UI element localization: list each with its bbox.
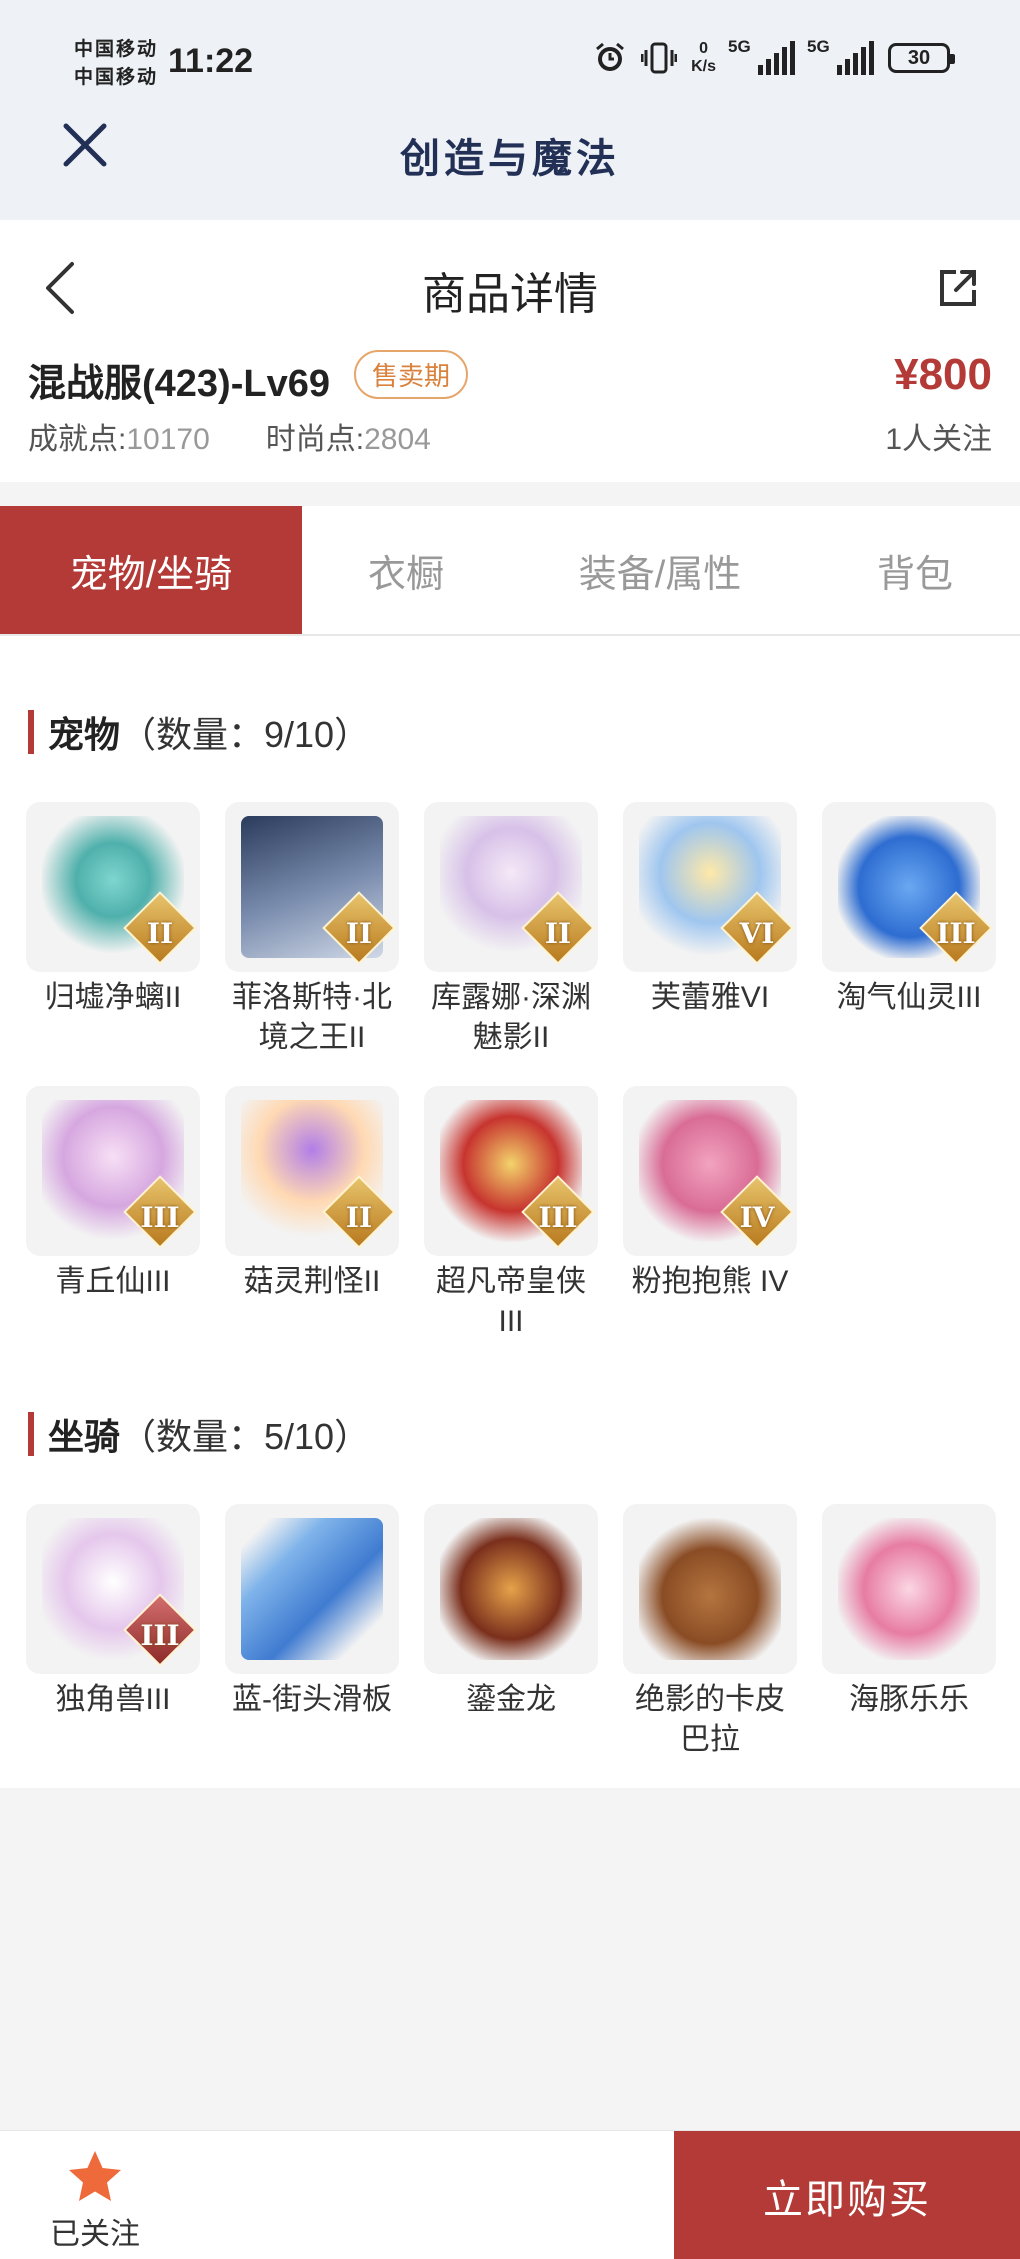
- mount-thumbnail: [225, 1504, 399, 1674]
- pet-name: 归墟净螭II: [44, 981, 182, 1014]
- app-bar: 创造与魔法: [0, 120, 1020, 220]
- net-speed: 0 K/s: [691, 40, 716, 75]
- clock: 11:22: [168, 42, 254, 80]
- pet-name: 芙蕾雅VI: [650, 981, 770, 1014]
- pet-name: 青丘仙III: [55, 1265, 171, 1298]
- pets-mounts-panel: 宠物 （数量：9/10） II 归墟净螭II II 菲洛斯特·北境之王II II…: [0, 636, 1020, 1788]
- signal-icon-1: 5G: [728, 37, 795, 75]
- achievement-label: 成就点:: [28, 423, 127, 456]
- pet-thumbnail: III: [822, 802, 996, 972]
- bottom-bar: 已关注 立即购买: [0, 2130, 1020, 2259]
- product-header: 商品详情 混战服(423)-Lv69 售卖期 ¥800 成就点:10170 时尚点…: [0, 220, 1020, 482]
- pet-item[interactable]: III 淘气仙灵III: [822, 802, 996, 1018]
- pet-name: 超凡帝皇侠III: [436, 1265, 586, 1338]
- carrier-1: 中国移动: [74, 39, 159, 60]
- mount-thumbnail: III: [26, 1504, 200, 1674]
- buy-now-button[interactable]: 立即购买: [674, 2131, 1020, 2259]
- tab-backpack[interactable]: 背包: [810, 506, 1020, 634]
- mount-item[interactable]: 绝影的卡皮巴拉: [623, 1504, 797, 1760]
- tab-bar: 宠物/坐骑 衣橱 装备/属性 背包: [0, 506, 1020, 636]
- mount-item[interactable]: 蓝-街头滑板: [225, 1504, 399, 1720]
- mount-name: 绝影的卡皮巴拉: [635, 1683, 785, 1756]
- tab-wardrobe[interactable]: 衣橱: [302, 506, 510, 634]
- carrier-2: 中国移动: [74, 67, 159, 88]
- battery-icon: 30: [888, 43, 955, 73]
- follow-button[interactable]: 已关注: [40, 2141, 150, 2251]
- pet-name: 菇灵荆怪II: [243, 1265, 381, 1298]
- pet-item[interactable]: IV 粉抱抱熊 IV: [623, 1086, 797, 1302]
- app-title: 创造与魔法: [400, 135, 620, 182]
- pets-count: （数量：9/10）: [120, 714, 371, 755]
- pet-item[interactable]: VI 芙蕾雅VI: [623, 802, 797, 1018]
- pet-thumbnail: II: [424, 802, 598, 972]
- pets-section-title: 宠物 （数量：9/10）: [28, 706, 370, 758]
- mount-item[interactable]: III 独角兽III: [26, 1504, 200, 1720]
- price: ¥800: [894, 350, 992, 399]
- vibrate-icon: [641, 41, 678, 75]
- pet-thumbnail: II: [225, 802, 399, 972]
- pet-thumbnail: IV: [623, 1086, 797, 1256]
- achievement-value: 10170: [126, 423, 210, 456]
- page-title: 商品详情: [422, 270, 598, 319]
- share-button[interactable]: [936, 266, 980, 310]
- follower-count: 1人关注: [885, 423, 992, 456]
- mount-thumbnail: [424, 1504, 598, 1674]
- mount-thumbnail: [822, 1504, 996, 1674]
- mount-name: 鎏金龙: [466, 1683, 556, 1716]
- mounts-count: （数量：5/10）: [120, 1416, 371, 1457]
- mount-name: 海豚乐乐: [849, 1683, 969, 1716]
- pet-thumbnail: III: [26, 1086, 200, 1256]
- signal-icon-2: 5G: [807, 37, 874, 75]
- server-name: 混战服(423)-Lv69: [28, 363, 330, 405]
- pet-item[interactable]: II 归墟净螭II: [26, 802, 200, 1018]
- pet-name: 粉抱抱熊 IV: [631, 1265, 789, 1298]
- mount-name: 蓝-街头滑板: [232, 1683, 392, 1716]
- pet-item[interactable]: III 超凡帝皇侠III: [424, 1086, 598, 1342]
- status-icons: 0 K/s 5G 5G 30: [593, 37, 955, 76]
- status-badge: 售卖期: [354, 350, 469, 399]
- follow-label: 已关注: [50, 2218, 140, 2251]
- mount-thumbnail: [623, 1504, 797, 1674]
- fashion-value: 2804: [364, 423, 431, 456]
- carrier-labels: 中国移动 中国移动: [74, 36, 158, 92]
- pet-name: 库露娜·深渊魅影II: [431, 981, 591, 1054]
- mount-name: 独角兽III: [55, 1683, 171, 1716]
- mount-item[interactable]: 海豚乐乐: [822, 1504, 996, 1720]
- pet-item[interactable]: III 青丘仙III: [26, 1086, 200, 1302]
- pet-thumbnail: II: [26, 802, 200, 972]
- pet-item[interactable]: II 菇灵荆怪II: [225, 1086, 399, 1302]
- mounts-section-title: 坐骑 （数量：5/10）: [28, 1408, 370, 1460]
- mount-item[interactable]: 鎏金龙: [424, 1504, 598, 1720]
- fashion-label: 时尚点:: [265, 423, 365, 456]
- pet-item[interactable]: II 库露娜·深渊魅影II: [424, 802, 598, 1058]
- pet-item[interactable]: II 菲洛斯特·北境之王II: [225, 802, 399, 1058]
- share-icon: [940, 270, 976, 306]
- account-stats: 成就点:10170 时尚点:2804: [28, 414, 431, 458]
- pet-thumbnail: III: [424, 1086, 598, 1256]
- pet-name: 淘气仙灵III: [836, 981, 982, 1014]
- status-bar: 中国移动 中国移动 11:22 0 K/s 5G 5G 30: [0, 0, 1020, 120]
- pet-thumbnail: VI: [623, 802, 797, 972]
- pet-thumbnail: II: [225, 1086, 399, 1256]
- tab-equipment[interactable]: 装备/属性: [510, 506, 810, 634]
- star-icon: [69, 2151, 121, 2201]
- tab-pets-mounts[interactable]: 宠物/坐骑: [0, 506, 302, 634]
- alarm-icon: [593, 41, 627, 75]
- pet-name: 菲洛斯特·北境之王II: [232, 981, 392, 1054]
